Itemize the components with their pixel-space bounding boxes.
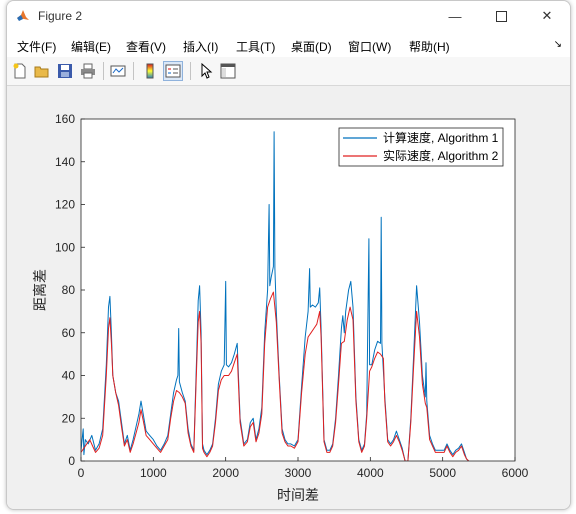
figure-window: Figure 2 — ✕ 文件(F) 编辑(E) 查看(V) 插入(I) 工具(… — [6, 0, 571, 510]
x-tick-label: 1000 — [140, 466, 167, 480]
menu-insert[interactable]: 插入(I) — [183, 38, 218, 55]
menu-bar: 文件(F) 编辑(E) 查看(V) 插入(I) 工具(T) 桌面(D) 窗口(W… — [7, 31, 570, 57]
x-tick-label: 3000 — [285, 466, 312, 480]
x-tick-label: 6000 — [502, 466, 529, 480]
pointer-icon[interactable] — [196, 61, 216, 81]
y-tick-label: 20 — [62, 411, 76, 425]
y-tick-label: 40 — [62, 369, 76, 383]
menu-desktop[interactable]: 桌面(D) — [291, 38, 332, 55]
menu-tools[interactable]: 工具(T) — [236, 38, 275, 55]
menu-window[interactable]: 窗口(W) — [348, 38, 391, 55]
property-inspector-icon[interactable] — [218, 61, 238, 81]
close-icon: ✕ — [541, 8, 553, 23]
dock-arrow-icon[interactable]: ↘ — [554, 39, 562, 50]
menu-view[interactable]: 查看(V) — [126, 38, 166, 55]
minimize-button[interactable]: — — [432, 1, 478, 31]
colorbar-icon[interactable] — [140, 61, 160, 81]
toolbar-separator — [190, 62, 191, 80]
legend-label-algorithm-2: 实际速度, Algorithm 2 — [383, 148, 499, 163]
y-tick-label: 100 — [55, 240, 75, 254]
y-tick-label: 160 — [55, 112, 75, 126]
menu-edit[interactable]: 编辑(E) — [71, 38, 111, 55]
toolbar-separator — [103, 62, 104, 80]
menu-help[interactable]: 帮助(H) — [409, 38, 450, 55]
y-tick-label: 120 — [55, 198, 75, 212]
window-title: Figure 2 — [38, 9, 83, 23]
maximize-button[interactable] — [478, 1, 524, 31]
legend-label-algorithm-1: 计算速度, Algorithm 1 — [383, 130, 499, 145]
y-axis-label: 距离差 — [32, 269, 48, 311]
toolbar — [7, 57, 570, 86]
close-button[interactable]: ✕ — [524, 1, 570, 31]
link-plot-icon[interactable] — [108, 61, 128, 81]
title-bar[interactable]: Figure 2 — ✕ — [7, 1, 570, 31]
minimize-icon: — — [448, 8, 462, 24]
line-chart[interactable]: 0 1000 2000 3000 4000 5000 6000 0 20 40 60 80 100 120… — [7, 86, 570, 509]
y-tick-label: 80 — [62, 283, 76, 297]
axes-background — [81, 119, 515, 461]
x-tick-label: 0 — [78, 466, 85, 480]
x-tick-label: 5000 — [429, 466, 456, 480]
figure-canvas[interactable]: 0 1000 2000 3000 4000 5000 6000 0 20 40 60 80 100 120… — [7, 86, 570, 509]
menu-file[interactable]: 文件(F) — [17, 38, 56, 55]
toolbar-separator — [133, 62, 134, 80]
matlab-logo-icon — [17, 10, 29, 21]
y-tick-label: 0 — [68, 454, 75, 468]
x-tick-label: 2000 — [212, 466, 239, 480]
y-tick-label: 140 — [55, 155, 75, 169]
legend-icon[interactable] — [163, 61, 183, 81]
legend[interactable]: 计算速度, Algorithm 1 实际速度, Algorithm 2 — [338, 127, 504, 167]
maximize-icon — [495, 10, 507, 22]
x-axis-label: 时间差 — [277, 487, 319, 503]
y-tick-label: 60 — [62, 326, 76, 340]
open-folder-icon[interactable] — [32, 61, 52, 81]
save-icon[interactable] — [55, 61, 75, 81]
new-figure-icon[interactable] — [10, 61, 30, 81]
x-tick-label: 4000 — [357, 466, 384, 480]
print-icon[interactable] — [78, 61, 98, 81]
